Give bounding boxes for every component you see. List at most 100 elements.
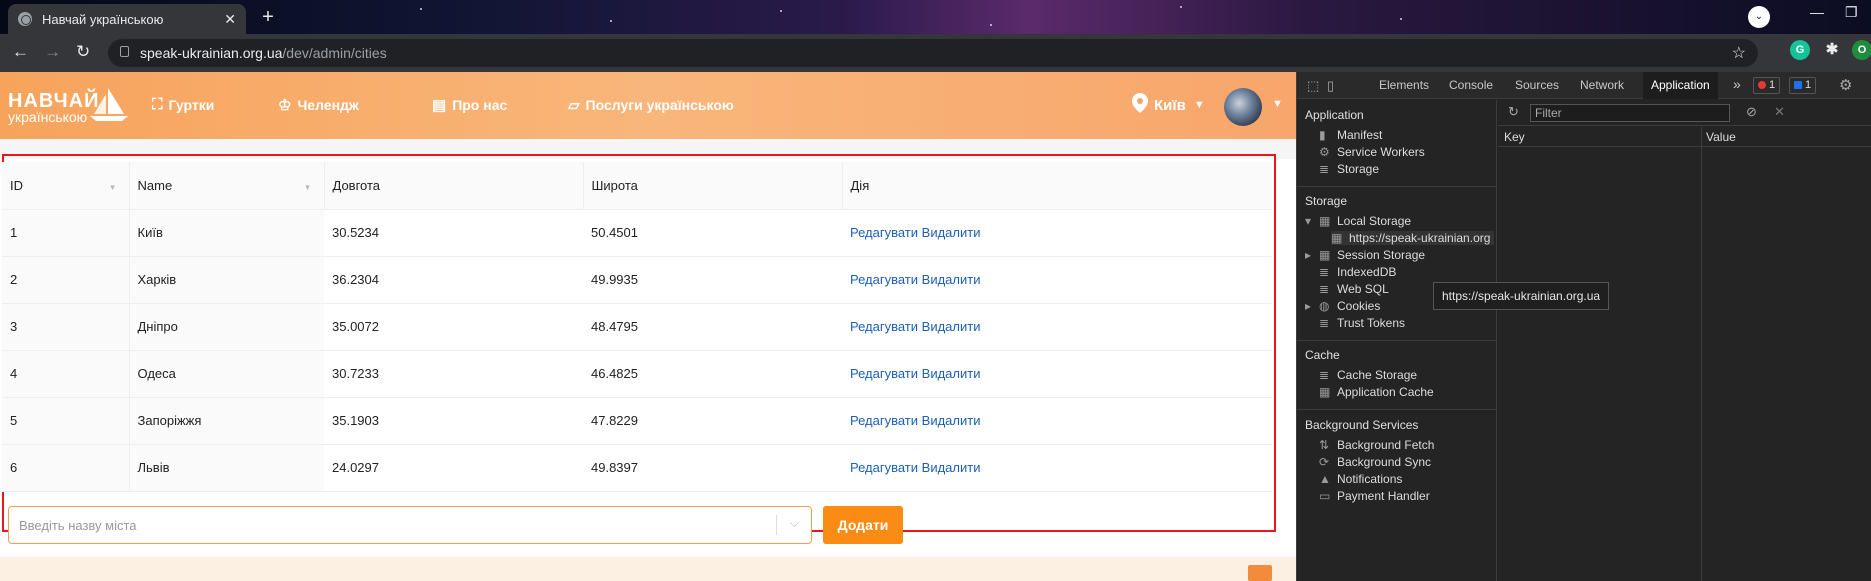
sidebar-item-websql[interactable]: ≣ Web SQL	[1319, 282, 1389, 296]
menu-item-services[interactable]: ▱ Послуги українською	[568, 96, 734, 114]
column-header-label: Довгота	[332, 177, 381, 193]
sidebar-item-cookies[interactable]: ▸ ◍ Cookies	[1305, 299, 1380, 313]
refresh-icon[interactable]: ↻	[1508, 104, 1519, 120]
delete-link[interactable]: Видалити	[922, 366, 981, 381]
edit-link[interactable]: Редагувати	[850, 225, 918, 240]
wallpaper-star	[780, 10, 782, 12]
delete-link[interactable]: Видалити	[922, 319, 981, 334]
cell-id: 6	[2, 444, 129, 492]
sidebar-item-indexeddb[interactable]: ≣ IndexedDB	[1319, 265, 1396, 279]
user-avatar[interactable]	[1224, 88, 1262, 126]
expand-arrow-icon[interactable]: ▸	[1305, 248, 1315, 262]
devtools-tab-application[interactable]: Application	[1643, 72, 1718, 99]
profile-avatar[interactable]: O	[1852, 40, 1871, 60]
grid-icon: ▦	[1319, 385, 1331, 399]
expand-arrow-icon[interactable]: ▾	[1305, 214, 1315, 228]
table-row: 3 Дніпро 35.0072 48.4795 Редагувати Вида…	[2, 303, 1272, 351]
grammarly-icon[interactable]: G	[1790, 40, 1810, 60]
sidebar-item-background-sync[interactable]: ⟳ Background Sync	[1319, 455, 1431, 469]
chevron-down-icon[interactable]: ⌄	[1748, 6, 1770, 28]
restore-icon[interactable]: ❐	[1845, 4, 1858, 21]
devtools-tab-elements[interactable]: Elements	[1379, 78, 1429, 92]
menu-item-clubs[interactable]: ⛶ Гуртки	[152, 96, 214, 113]
menu-item-challenge[interactable]: ♔ Челендж	[278, 96, 359, 114]
devtools-tab-sources[interactable]: Sources	[1515, 78, 1559, 92]
sync-icon: ⟳	[1319, 455, 1330, 469]
select-divider	[776, 515, 777, 535]
edit-link[interactable]: Редагувати	[850, 272, 918, 287]
more-tabs-icon[interactable]: »	[1733, 76, 1741, 92]
sidebar-item-session-storage[interactable]: ▸ ▦ Session Storage	[1305, 248, 1425, 262]
delete-selected-icon[interactable]: ✕	[1774, 104, 1785, 120]
device-toolbar-icon[interactable]: ▯	[1327, 78, 1334, 94]
sidebar-item-storage-overview[interactable]: ≣ Storage	[1319, 162, 1379, 176]
back-icon[interactable]: ←	[12, 42, 29, 62]
column-header-id[interactable]: ID ▼	[2, 162, 129, 210]
sidebar-item-application-cache[interactable]: ▦ Application Cache	[1319, 385, 1434, 399]
item-label: IndexedDB	[1337, 265, 1397, 279]
edit-link[interactable]: Редагувати	[850, 366, 918, 381]
add-city-button[interactable]: Додати	[823, 506, 903, 544]
sidebar-item-manifest[interactable]: ▮ Manifest	[1319, 128, 1382, 142]
error-icon	[1758, 81, 1766, 90]
sidebar-item-cache-storage[interactable]: ≣ Cache Storage	[1319, 368, 1417, 382]
delete-link[interactable]: Видалити	[922, 460, 981, 475]
site-logo[interactable]: НАВЧАЙ українською	[8, 90, 99, 125]
delete-link[interactable]: Видалити	[922, 413, 981, 428]
forward-icon[interactable]: →	[44, 42, 61, 62]
kv-table-header: Key Value	[1498, 127, 1871, 147]
filter-input[interactable]	[1530, 104, 1730, 122]
divider	[1297, 409, 1497, 410]
edit-link[interactable]: Редагувати	[850, 460, 918, 475]
column-header-key[interactable]: Key	[1504, 130, 1525, 144]
message-count-badge[interactable]: 1	[1789, 77, 1817, 94]
inspect-element-icon[interactable]: ⬚	[1307, 78, 1319, 94]
chevron-down-icon[interactable]: ⌵	[790, 516, 799, 531]
cell-longitude: 24.0297	[324, 444, 583, 492]
column-header-name[interactable]: Name ▼	[128, 162, 324, 210]
item-label: Cookies	[1337, 299, 1381, 313]
delete-link[interactable]: Видалити	[922, 225, 981, 240]
sidebar-item-service-workers[interactable]: ⚙ Service Workers	[1319, 145, 1425, 159]
sidebar-item-background-fetch[interactable]: ⇅ Background Fetch	[1319, 438, 1434, 452]
message-icon	[1794, 81, 1802, 90]
clear-all-icon[interactable]: ⊘	[1746, 104, 1757, 120]
scroll-top-button[interactable]	[1248, 565, 1272, 581]
sidebar-item-payment-handler[interactable]: ▭ Payment Handler	[1319, 489, 1430, 503]
item-label: Trust Tokens	[1337, 316, 1406, 330]
delete-link[interactable]: Видалити	[922, 272, 981, 287]
devtools-tab-console[interactable]: Console	[1449, 78, 1493, 92]
bookmark-star-icon[interactable]: ☆	[1732, 43, 1746, 63]
city-selector[interactable]: Київ ▼	[1132, 93, 1205, 117]
expand-arrow-icon[interactable]: ▸	[1305, 299, 1315, 313]
menu-item-about[interactable]: ▤ Про нас	[432, 96, 507, 114]
sort-icon[interactable]: ▼	[109, 183, 117, 192]
cell-latitude: 47.8229	[583, 397, 842, 445]
browser-tab[interactable]: Навчай українською ✕	[8, 4, 246, 34]
column-header-value[interactable]: Value	[1706, 130, 1736, 144]
column-header-longitude: Довгота	[323, 162, 583, 210]
minimize-icon[interactable]: —	[1810, 4, 1824, 20]
sidebar-item-local-storage-origin[interactable]: ▦ https://speak-ukrainian.org	[1331, 231, 1495, 245]
edit-link[interactable]: Редагувати	[850, 413, 918, 428]
city-name-input[interactable]	[9, 507, 769, 543]
error-count-badge[interactable]: 1	[1753, 77, 1781, 94]
gear-icon[interactable]: ⚙	[1839, 76, 1852, 94]
menu-item-label: Челендж	[297, 97, 359, 113]
caret-down-icon[interactable]: ▼	[1272, 98, 1283, 110]
close-icon[interactable]: ✕	[224, 11, 236, 28]
reload-icon[interactable]: ↻	[76, 42, 90, 62]
sidebar-item-local-storage[interactable]: ▾ ▦ Local Storage	[1305, 214, 1411, 228]
item-label: Storage	[1337, 162, 1380, 176]
url-input[interactable]: speak-ukrainian.org.ua/dev/admin/cities …	[108, 39, 1758, 67]
sidebar-item-trust-tokens[interactable]: ≣ Trust Tokens	[1319, 316, 1405, 330]
extensions-icon[interactable]: ✱	[1822, 40, 1842, 60]
city-name-select[interactable]: ⌵	[8, 506, 812, 544]
sidebar-item-notifications[interactable]: ▲ Notifications	[1319, 472, 1402, 486]
edit-link[interactable]: Редагувати	[850, 319, 918, 334]
new-tab-button[interactable]: +	[256, 6, 280, 30]
sort-icon[interactable]: ▼	[304, 183, 312, 192]
section-cache: Cache	[1305, 348, 1340, 362]
column-divider[interactable]	[1701, 127, 1702, 581]
devtools-tab-network[interactable]: Network	[1580, 78, 1624, 92]
